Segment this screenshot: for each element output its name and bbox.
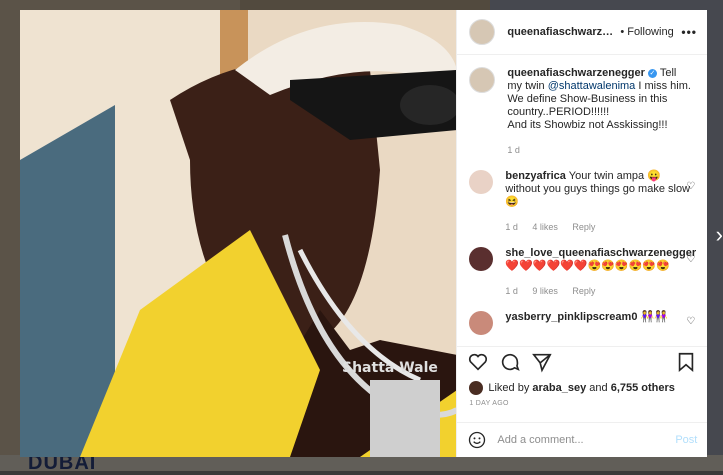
avatar[interactable] <box>469 381 484 395</box>
comment-heart-icon[interactable]: ♡ <box>686 316 695 327</box>
heart-icon[interactable] <box>467 351 489 373</box>
comment-likes[interactable]: 4 likes <box>532 222 558 232</box>
likes-prefix: Liked by <box>488 382 530 394</box>
likes-and: and <box>589 382 608 394</box>
comment-text: ❤️❤️❤️❤️❤️❤️😍😍😍😍😍😍 <box>505 260 670 272</box>
comment-time[interactable]: 1 d <box>505 222 518 232</box>
comment-username[interactable]: yasberry_pinklipscream0 <box>505 311 637 323</box>
comment-heart-icon[interactable]: ♡ <box>686 254 695 265</box>
caption-text: I miss him. <box>638 80 691 92</box>
add-comment-bar: Add a comment... Post <box>457 422 708 457</box>
post-timestamp[interactable]: 1 DAY AGO <box>469 400 508 407</box>
post-username[interactable]: queenafiaschwarzeneg <box>507 26 617 38</box>
caption: queenafiaschwarzenegger ✓ Tell my twin @… <box>457 55 707 157</box>
caption-text: We define Show-Business in this country.… <box>507 93 668 118</box>
verified-icon: ✓ <box>647 68 657 78</box>
following-button[interactable]: Following <box>627 26 673 38</box>
comments-list[interactable]: queenafiaschwarzenegger ✓ Tell my twin @… <box>457 55 707 345</box>
comment-icon[interactable] <box>499 351 521 373</box>
comment-item: yasberry_pinklipscream0 👭👭 ♡ <box>457 298 707 335</box>
comment-meta: 1 d 9 likes Reply <box>505 285 690 298</box>
comment-username[interactable]: benzyafrica <box>505 170 566 182</box>
comment-input[interactable]: Add a comment... <box>497 434 583 446</box>
post-button[interactable]: Post <box>675 434 697 446</box>
avatar[interactable] <box>469 19 496 45</box>
comment-meta: 1 d 4 likes Reply <box>505 221 690 234</box>
post-header: queenafiaschwarzeneg • Following ••• <box>457 10 707 55</box>
comment-heart-icon[interactable]: ♡ <box>686 181 695 192</box>
reply-button[interactable]: Reply <box>572 286 595 296</box>
more-icon[interactable]: ••• <box>681 25 697 39</box>
comment-time[interactable]: 1 d <box>505 286 518 296</box>
caption-username[interactable]: queenafiaschwarzenegger <box>507 67 645 79</box>
reply-button[interactable]: Reply <box>572 222 595 232</box>
comment-likes[interactable]: 9 likes <box>532 286 558 296</box>
avatar[interactable] <box>469 311 494 335</box>
caption-mention-link[interactable]: @shattawalenima <box>548 80 636 92</box>
likes-summary: Liked by araba_sey and 6,755 others <box>469 381 675 395</box>
share-icon[interactable] <box>531 351 553 373</box>
next-arrow-icon[interactable]: › <box>716 222 723 248</box>
comment-text: 👭👭 <box>640 311 668 323</box>
post-sidebar: queenafiaschwarzeneg • Following ••• que… <box>456 10 708 457</box>
likes-count-link[interactable]: 6,755 others <box>611 382 675 394</box>
bookmark-icon[interactable] <box>675 351 697 373</box>
caption-time: 1 d <box>507 145 520 155</box>
avatar[interactable] <box>469 67 496 93</box>
post-image[interactable]: Shatta Wale <box>20 10 457 457</box>
avatar[interactable] <box>469 170 494 194</box>
caption-text: And its Showbiz not Asskissing!!! <box>507 119 668 131</box>
comment-item: benzyafrica Your twin ampa 😛 without you… <box>457 157 707 234</box>
action-bar <box>457 346 708 376</box>
comment-username[interactable]: she_love_queenafiaschwarzenegger <box>505 247 696 259</box>
post-modal: Shatta Wale queenafiaschwarzeneg • Follo… <box>20 10 708 457</box>
svg-text:Shatta Wale: Shatta Wale <box>342 360 438 376</box>
avatar[interactable] <box>469 247 494 271</box>
comment-item: she_love_queenafiaschwarzenegger ❤️❤️❤️❤… <box>457 234 707 298</box>
likes-user-link[interactable]: araba_sey <box>532 382 586 394</box>
separator-dot: • <box>620 26 625 38</box>
emoji-icon[interactable] <box>467 430 487 450</box>
